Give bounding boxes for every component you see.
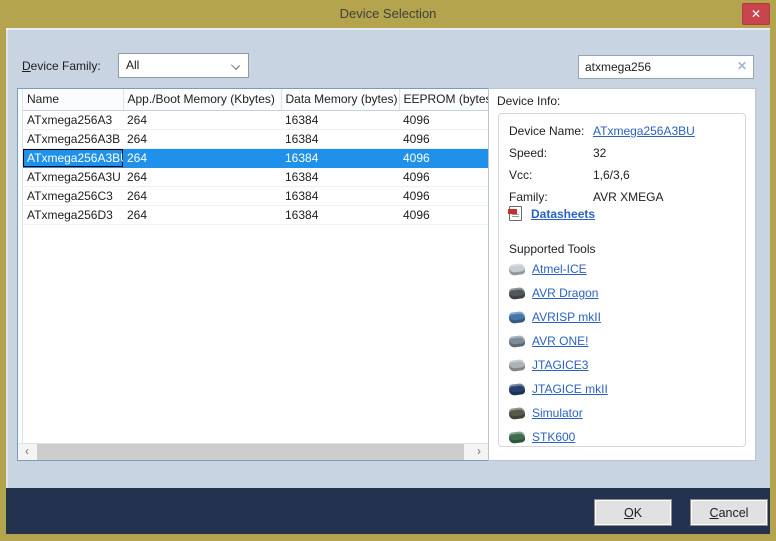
scroll-right-icon[interactable]: › <box>470 444 488 460</box>
cell-eeprom: 4096 <box>399 148 488 167</box>
tool-item: AVRISP mkII <box>509 308 739 332</box>
jtagice3-icon <box>509 359 525 372</box>
table-header-row: Name App./Boot Memory (Kbytes) Data Memo… <box>23 89 488 110</box>
table-row[interactable]: ATxmega256D3 264 16384 4096 <box>23 205 488 224</box>
column-header-app-boot[interactable]: App./Boot Memory (Kbytes) <box>123 89 281 110</box>
device-table: Name App./Boot Memory (Kbytes) Data Memo… <box>23 89 488 225</box>
tool-link[interactable]: JTAGICE mkII <box>532 382 608 396</box>
cell-eeprom: 4096 <box>399 186 488 205</box>
field-label: Vcc: <box>509 168 532 182</box>
field-value: ATxmega256A3BU <box>593 124 695 138</box>
device-family-value: All <box>126 58 139 72</box>
cell-app-boot-memory: 264 <box>123 129 281 148</box>
avr-one-icon <box>509 335 525 348</box>
tool-link[interactable]: AVR Dragon <box>532 286 598 300</box>
cell-app-boot-memory: 264 <box>123 110 281 129</box>
tool-link[interactable]: Simulator <box>532 406 583 420</box>
atmel-ice-icon <box>509 263 525 276</box>
stk600-icon <box>509 431 525 444</box>
cell-name: ATxmega256A3B <box>23 129 123 148</box>
device-selection-dialog: Device Selection ✕ Device Family: All ✕ … <box>0 0 776 541</box>
tool-item: Atmel-ICE <box>509 260 739 284</box>
cell-data-memory: 16384 <box>281 129 399 148</box>
device-info-groupbox: Device Name: ATxmega256A3BU Speed: 32 Vc… <box>498 113 746 447</box>
column-header-name[interactable]: Name <box>23 89 123 110</box>
cell-eeprom: 4096 <box>399 129 488 148</box>
cell-eeprom: 4096 <box>399 110 488 129</box>
datasheets-link[interactable]: Datasheets <box>531 207 595 221</box>
field-label: Device Name: <box>509 124 584 138</box>
chevron-down-icon <box>231 61 240 70</box>
field-value: AVR XMEGA <box>593 190 663 204</box>
table-row[interactable]: ATxmega256A3B 264 16384 4096 <box>23 129 488 148</box>
supported-tools-title: Supported Tools <box>509 242 596 256</box>
device-info-field: Vcc: 1,6/3,6 <box>509 166 745 188</box>
cell-app-boot-memory: 264 <box>123 167 281 186</box>
cell-name: ATxmega256A3U <box>23 167 123 186</box>
scrollbar-thumb[interactable] <box>37 444 464 460</box>
column-header-data-memory[interactable]: Data Memory (bytes) <box>281 89 399 110</box>
row-header-strip <box>18 89 23 443</box>
dialog-title: Device Selection <box>0 0 776 27</box>
field-value: 1,6/3,6 <box>593 168 630 182</box>
simulator-icon <box>509 407 525 420</box>
cell-name: ATxmega256D3 <box>23 205 123 224</box>
table-row[interactable]: ATxmega256C3 264 16384 4096 <box>23 186 488 205</box>
cell-name: ATxmega256A3BU <box>23 148 123 167</box>
cancel-button[interactable]: Cancel <box>690 499 768 526</box>
cell-data-memory: 16384 <box>281 167 399 186</box>
tool-item: JTAGICE3 <box>509 356 739 380</box>
device-info-field: Device Name: ATxmega256A3BU <box>509 122 745 144</box>
tool-link[interactable]: STK600 <box>532 430 575 444</box>
field-value: 32 <box>593 146 606 160</box>
footer-bar: OK Cancel <box>6 488 770 534</box>
table-row[interactable]: ATxmega256A3BU 264 16384 4096 <box>23 148 488 167</box>
close-icon: ✕ <box>751 7 761 21</box>
table-row[interactable]: ATxmega256A3U 264 16384 4096 <box>23 167 488 186</box>
cell-eeprom: 4096 <box>399 167 488 186</box>
ok-button[interactable]: OK <box>594 499 672 526</box>
device-family-dropdown[interactable]: All <box>118 53 249 78</box>
cell-data-memory: 16384 <box>281 186 399 205</box>
horizontal-scrollbar[interactable]: ‹ › <box>18 443 488 460</box>
dialog-content: Device Family: All ✕ Name App./Boot Memo… <box>6 28 770 488</box>
tool-item: STK600 <box>509 428 739 452</box>
avrisp-mkii-icon <box>509 311 525 324</box>
cell-name: ATxmega256C3 <box>23 186 123 205</box>
tool-item: JTAGICE mkII <box>509 380 739 404</box>
device-family-label: Device Family: <box>22 59 101 73</box>
tool-item: Simulator <box>509 404 739 428</box>
search-input[interactable] <box>585 56 730 78</box>
close-button[interactable]: ✕ <box>742 3 770 25</box>
device-info-field: Speed: 32 <box>509 144 745 166</box>
tool-link[interactable]: AVRISP mkII <box>532 310 601 324</box>
cell-data-memory: 16384 <box>281 110 399 129</box>
device-info-title: Device Info: <box>497 94 560 108</box>
field-label: Speed: <box>509 146 547 160</box>
tool-link[interactable]: JTAGICE3 <box>532 358 588 372</box>
tool-item: AVR Dragon <box>509 284 739 308</box>
jtagice-mkii-icon <box>509 383 525 396</box>
cell-app-boot-memory: 264 <box>123 186 281 205</box>
cell-app-boot-memory: 264 <box>123 205 281 224</box>
titlebar[interactable]: Device Selection ✕ <box>0 0 776 28</box>
column-header-eeprom[interactable]: EEPROM (bytes) <box>399 89 488 110</box>
cell-eeprom: 4096 <box>399 205 488 224</box>
tool-link[interactable]: Atmel-ICE <box>532 262 587 276</box>
cell-app-boot-memory: 264 <box>123 148 281 167</box>
field-label: Family: <box>509 190 548 204</box>
cell-data-memory: 16384 <box>281 205 399 224</box>
tool-item: AVR ONE! <box>509 332 739 356</box>
search-box: ✕ <box>578 55 754 79</box>
cell-name: ATxmega256A3 <box>23 110 123 129</box>
device-table-panel: Name App./Boot Memory (Kbytes) Data Memo… <box>17 88 489 461</box>
table-row[interactable]: ATxmega256A3 264 16384 4096 <box>23 110 488 129</box>
datasheets-pdf-icon <box>509 206 522 221</box>
scroll-left-icon[interactable]: ‹ <box>18 444 36 460</box>
tool-link[interactable]: AVR ONE! <box>532 334 588 348</box>
avr-dragon-icon <box>509 287 525 300</box>
clear-search-icon[interactable]: ✕ <box>737 59 747 73</box>
cell-data-memory: 16384 <box>281 148 399 167</box>
device-info-panel: Device Info: Device Name: ATxmega256A3BU… <box>488 88 756 461</box>
